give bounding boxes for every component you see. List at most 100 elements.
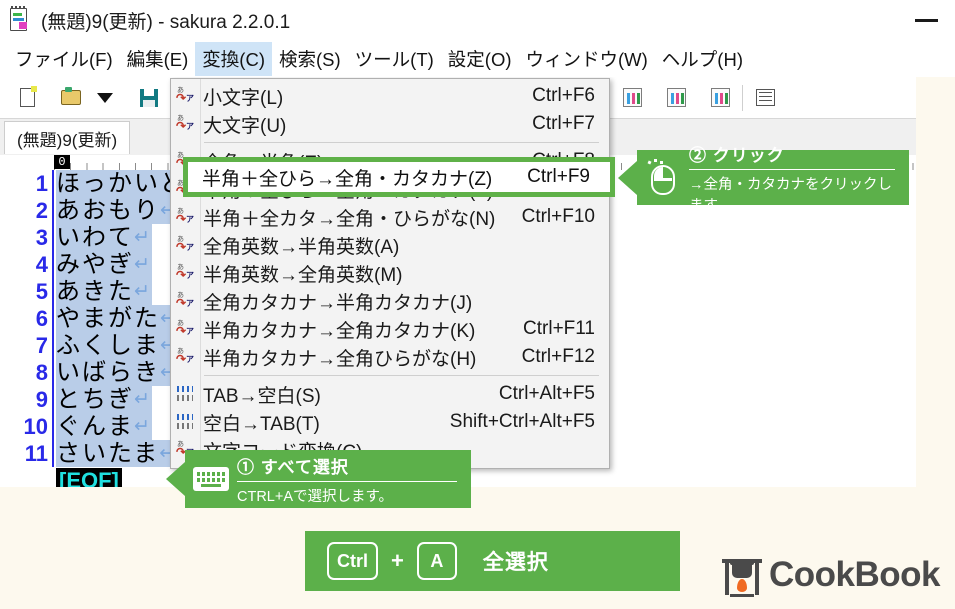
menu-item-3[interactable]: 検索(S) (272, 42, 348, 76)
menu-separator (204, 142, 599, 143)
menu-option-han-kata-to-zen-kata[interactable]: あ ↷ ア半角カタカナ→全角カタカナ(K) Ctrl+F11 (171, 315, 609, 343)
menu-option-accelerator: Ctrl+F11 (523, 318, 595, 339)
highlighted-menu-item-accel: Ctrl+F9 (527, 166, 590, 187)
key-plus-separator: + (391, 548, 404, 573)
han-kata-to-zen-hira-icon: あ ↷ ア (176, 348, 194, 366)
menu-item-label: 変換(C) (202, 48, 265, 70)
callout-select-all-title: ① すべて選択 (237, 453, 457, 482)
menu-option-zen-kata-to-han-kata[interactable]: あ ↷ ア全角カタカナ→半角カタカナ(J) (171, 287, 609, 315)
editor-line-text: とちぎ (56, 386, 134, 413)
notepad-icon (6, 6, 32, 34)
menu-item-2[interactable]: 変換(C) (195, 41, 272, 76)
new-document-button[interactable] (10, 82, 44, 114)
editor-line-text: ふくしま (56, 332, 160, 359)
line-number: 2 (35, 198, 48, 223)
menu-option-accelerator: Ctrl+F10 (521, 206, 595, 227)
menu-item-4[interactable]: ツール(T) (348, 42, 441, 76)
menu-separator (204, 375, 599, 376)
highlighted-menu-item[interactable]: 半角＋全ひら→全角・カタカナ(Z) Ctrl+F9 (183, 157, 615, 197)
menu-option-label: 半角英数→全角英数(M) (203, 264, 403, 286)
crlf-glyph: ↵ (134, 413, 152, 440)
cooking-pot-over-fire-icon (722, 553, 762, 597)
key-ctrl: Ctrl (327, 542, 378, 580)
menu-item-label: ツール(T) (354, 48, 434, 70)
editor-line-text: ぐんま (56, 413, 134, 440)
menu-option-accelerator: Ctrl+F12 (521, 346, 595, 367)
menu-option-lower-case[interactable]: あ ↷ ア小文字(L) Ctrl+F6 (171, 82, 609, 110)
callout-click-subtitle: →全角・カタカナをクリックします。 (689, 176, 892, 214)
convert-menu-dropdown[interactable]: あ↷ア小文字(L)Ctrl+F6あ↷ア大文字(U)Ctrl+F7あ↷ア全角→半角… (170, 78, 610, 469)
menu-option-tab-to-space[interactable]: TAB→空白(S) Ctrl+Alt+F5 (171, 380, 609, 408)
editor-line-text: さいたま (56, 440, 160, 467)
cookbook-logo: CookBook (722, 552, 941, 598)
tab-label: (無題)9(更新) (17, 130, 118, 150)
upper-case-icon: あ ↷ ア (176, 115, 194, 133)
window-title: (無題)9(更新) - sakura 2.2.0.1 (41, 11, 291, 33)
crlf-glyph: ↵ (134, 224, 152, 251)
save-button[interactable] (132, 82, 166, 114)
tool3-button[interactable] (703, 82, 737, 114)
eof-marker: [EOF] (56, 468, 122, 487)
line-number-gutter: 1 2 3 4 5 6 7 8 9 10 11 (0, 170, 54, 487)
menu-option-han-alnum-to-zen-alnum[interactable]: あ ↷ ア半角英数→全角英数(M) (171, 259, 609, 287)
line-number: 4 (35, 252, 48, 277)
menu-item-1[interactable]: 編集(E) (120, 42, 196, 76)
callout-tail (166, 462, 185, 496)
menu-item-label: 設定(O) (447, 48, 512, 70)
editor-line-text: いばらき (56, 359, 160, 386)
editor-line-text: あおもり (56, 197, 160, 224)
menu-item-label: ファイル(F) (15, 48, 113, 70)
grid-button[interactable] (748, 82, 782, 114)
menu-option-label: 半角カタカナ→全角ひらがな(H) (203, 348, 477, 370)
callout-click: ② クリック →全角・カタカナをクリックします。 (618, 146, 909, 214)
menu-item-6[interactable]: ウィンドウ(W) (519, 42, 655, 76)
tab-untitled9[interactable]: (無題)9(更新) (4, 121, 131, 154)
open-file-button[interactable] (54, 82, 88, 114)
menu-option-space-to-tab[interactable]: 空白→TAB(T) Shift+Ctrl+Alt+F5 (171, 408, 609, 436)
menu-option-upper-case[interactable]: あ ↷ ア大文字(U) Ctrl+F7 (171, 110, 609, 138)
chevron-down-icon (97, 92, 113, 103)
zen-alnum-to-han-alnum-icon: あ ↷ ア (176, 236, 194, 254)
menu-option-label: TAB→空白(S) (203, 385, 321, 407)
menu-option-accelerator: Ctrl+F6 (532, 85, 595, 106)
minimize-button[interactable] (914, 14, 939, 26)
menu-option-label: 全角英数→半角英数(A) (203, 236, 400, 258)
page-root: (無題)9(更新) 0 1234567891011 ほっかいど↵あおもり↵いわて… (0, 0, 955, 609)
save-icon (140, 88, 158, 107)
menu-option-label: 小文字(L) (203, 87, 284, 109)
menu-item-5[interactable]: 設定(O) (441, 42, 519, 76)
menu-item-label: ヘルプ(H) (661, 48, 743, 70)
menu-item-label: ウィンドウ(W) (525, 48, 648, 70)
tool1-button[interactable] (615, 82, 649, 114)
han-alnum-to-zen-alnum-icon: あ ↷ ア (176, 264, 194, 282)
editor-line-text: みやぎ (56, 251, 134, 278)
line-number: 5 (35, 279, 48, 304)
tool2-button[interactable] (659, 82, 693, 114)
highlighted-menu-item-label: 半角＋全ひら→全角・カタカナ(Z) (202, 168, 493, 190)
line-number: 3 (35, 225, 48, 250)
line-number: 11 (24, 441, 48, 466)
editor-line-text: ほっかいど (56, 170, 186, 197)
menu-option-han-kata-to-zen-hira[interactable]: あ ↷ ア半角カタカナ→全角ひらがな(H) Ctrl+F12 (171, 343, 609, 371)
menu-item-0[interactable]: ファイル(F) (8, 42, 120, 76)
menu-option-label: 半角＋全カタ→全角・ひらがな(N) (203, 208, 496, 230)
grid-icon (755, 89, 775, 106)
crlf-glyph: ↵ (134, 278, 152, 305)
menu-option-zen-alnum-to-han-alnum[interactable]: あ ↷ ア全角英数→半角英数(A) (171, 231, 609, 259)
toolbar-divider-2 (742, 84, 743, 111)
new-document-icon (19, 86, 37, 107)
callout-tail (618, 160, 637, 195)
keyboard-icon (185, 467, 237, 491)
cookbook-logo-text: CookBook (769, 555, 941, 594)
mouse-icon (637, 158, 689, 195)
tool3-icon (710, 88, 730, 107)
zen-kata-to-han-kata-icon: あ ↷ ア (176, 292, 194, 310)
menu-item-label: 検索(S) (278, 48, 341, 70)
menu-item-7[interactable]: ヘルプ(H) (655, 42, 750, 76)
open-recent-dropdown-button[interactable] (88, 82, 122, 114)
han-kata-to-zen-kata-icon: あ ↷ ア (176, 320, 194, 338)
line-number: 8 (35, 360, 48, 385)
caret-column (52, 170, 54, 467)
menu-option-hankaku-kata-to-zen-hira[interactable]: あ ↷ ア半角＋全カタ→全角・ひらがな(N) Ctrl+F10 (171, 203, 609, 231)
crlf-glyph: ↵ (134, 386, 152, 413)
